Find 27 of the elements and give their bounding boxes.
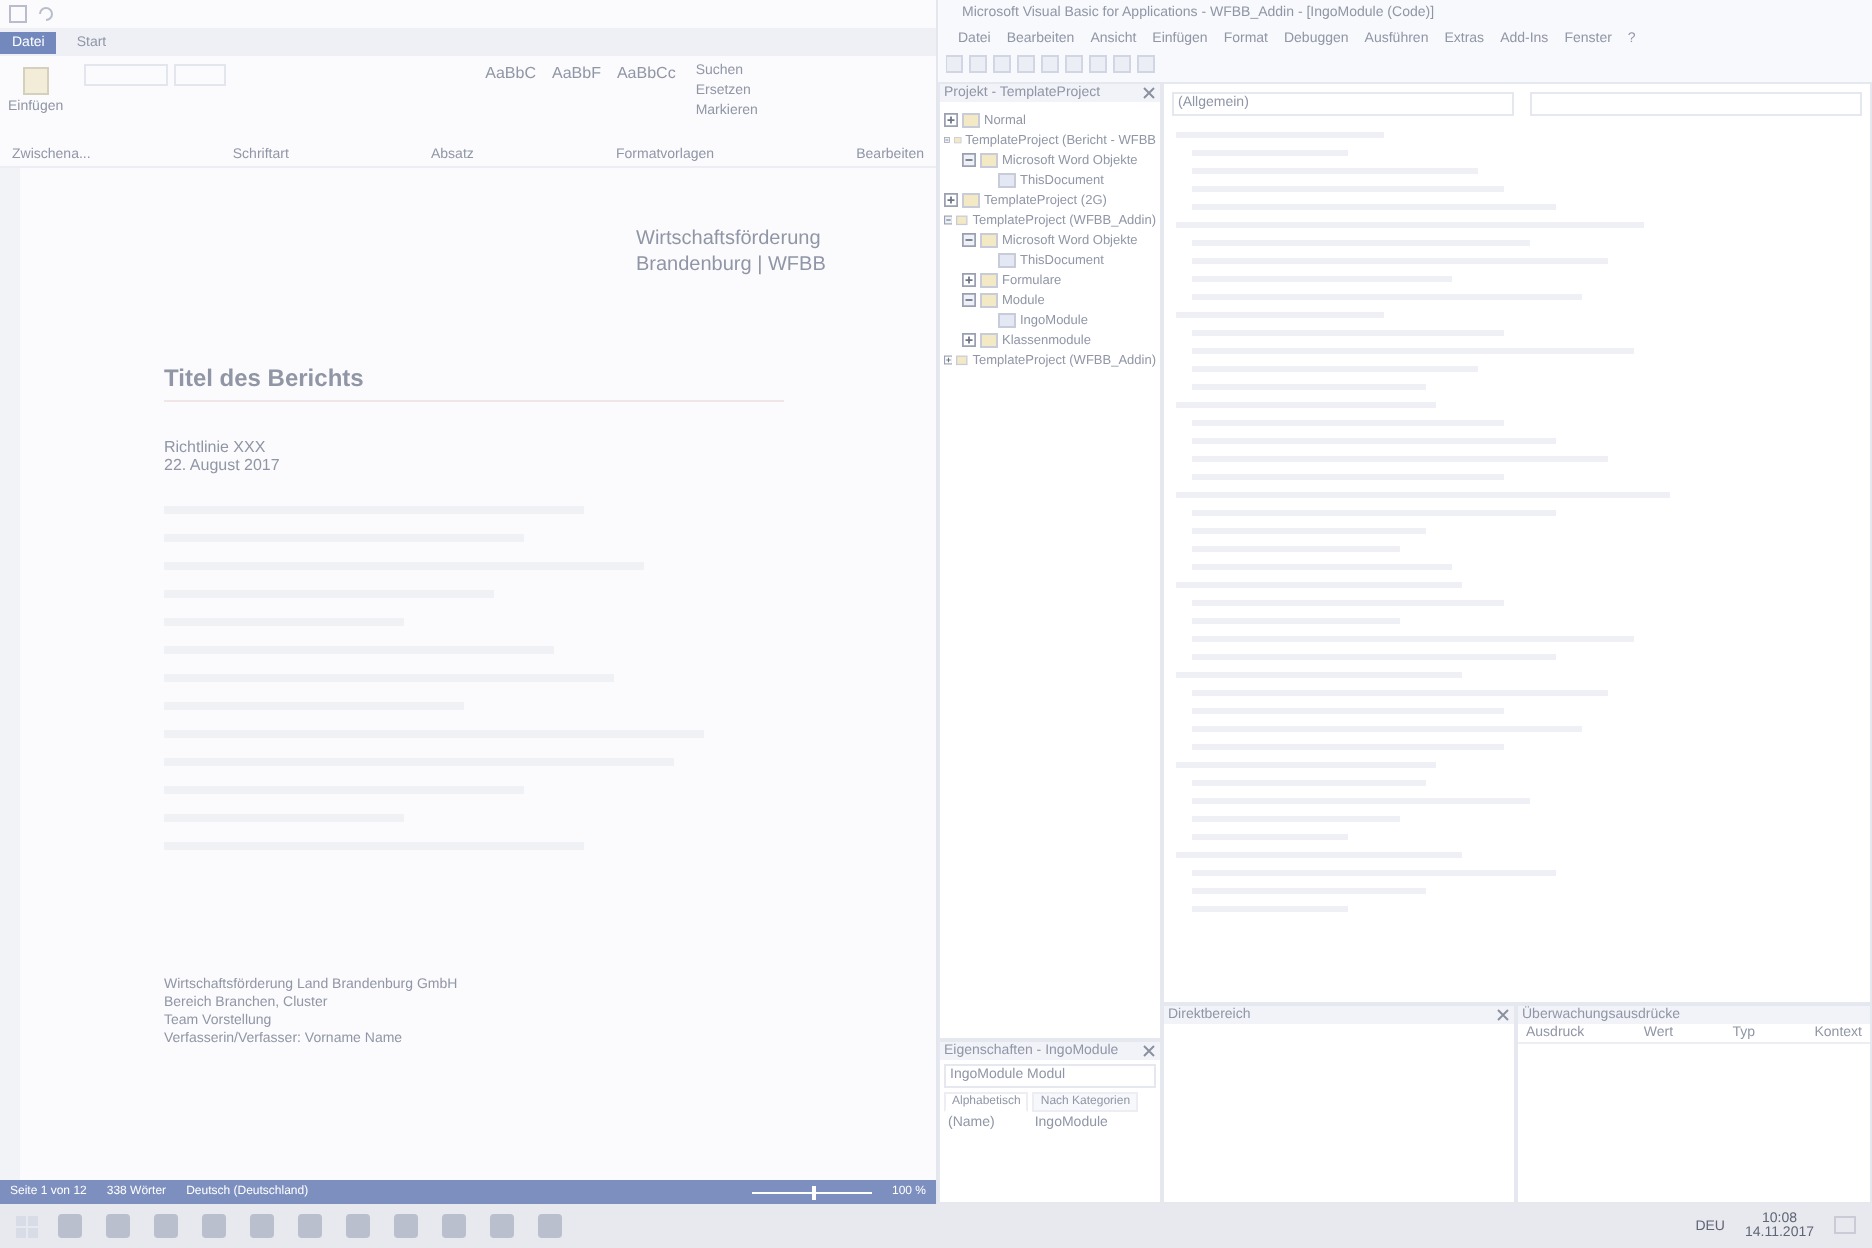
clipboard-icon (21, 64, 50, 96)
organization-name: Wirtschaftsförderung (636, 228, 821, 250)
module-icon (998, 172, 1016, 188)
expand-icon[interactable] (944, 192, 958, 208)
report-title: Titel des Berichts (164, 364, 784, 402)
collapse-icon[interactable] (962, 152, 976, 168)
undo-icon[interactable] (36, 4, 56, 24)
expand-icon[interactable] (962, 272, 976, 288)
save-icon[interactable] (8, 4, 28, 24)
close-icon[interactable] (1142, 86, 1156, 100)
collapse-icon[interactable] (962, 292, 976, 308)
collapse-icon[interactable] (944, 212, 953, 228)
style-preset[interactable]: AaBbCc (616, 64, 676, 82)
organization-name: Brandenburg | WFBB (636, 254, 826, 276)
collapse-icon[interactable] (962, 232, 976, 248)
expand-icon[interactable] (944, 112, 958, 128)
module-icon (998, 252, 1016, 268)
style-preset[interactable]: AaBbF (552, 64, 601, 82)
close-icon[interactable] (1496, 1008, 1510, 1022)
collapse-icon[interactable] (944, 132, 950, 148)
style-preset[interactable]: AaBbC (485, 64, 536, 82)
close-icon[interactable] (1142, 1044, 1156, 1058)
expand-icon[interactable] (944, 352, 953, 368)
report-meta: Richtlinie XXX (164, 438, 266, 456)
module-icon (998, 312, 1016, 328)
expand-icon[interactable] (962, 332, 976, 348)
report-meta: 22. August 2017 (164, 456, 280, 474)
